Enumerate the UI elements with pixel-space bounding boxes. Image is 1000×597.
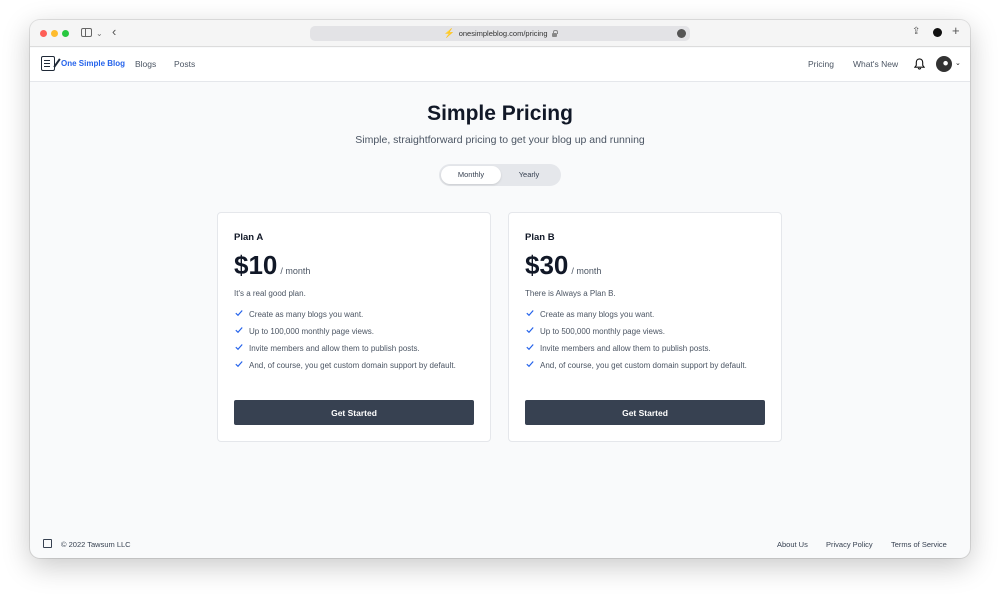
logo-icon[interactable]: [41, 56, 55, 71]
feature-text: And, of course, you get custom domain su…: [249, 361, 456, 370]
feature-list: Create as many blogs you want. Up to 500…: [525, 308, 765, 376]
check-icon: [235, 327, 243, 334]
feature-item: Invite members and allow them to publish…: [234, 342, 474, 355]
close-window-button[interactable]: [40, 30, 47, 37]
feature-list: Create as many blogs you want. Up to 100…: [234, 308, 474, 376]
share-icon[interactable]: ⇪: [912, 24, 920, 40]
check-icon: [526, 327, 534, 334]
feature-text: Create as many blogs you want.: [249, 310, 364, 319]
plan-card-a: Plan A $10 / month It's a real good plan…: [217, 212, 491, 442]
check-icon: [526, 310, 534, 317]
billing-toggle: Monthly Yearly: [439, 164, 561, 186]
plan-card-b: Plan B $30 / month There is Always a Pla…: [508, 212, 782, 442]
plan-period: / month: [280, 266, 311, 276]
feature-item: And, of course, you get custom domain su…: [234, 359, 474, 372]
check-icon: [235, 361, 243, 368]
sidebar-icon[interactable]: [81, 28, 92, 37]
feature-text: Up to 100,000 monthly page views.: [249, 327, 374, 336]
feature-item: And, of course, you get custom domain su…: [525, 359, 765, 372]
page-title: Simple Pricing: [427, 102, 573, 125]
feature-text: Invite members and allow them to publish…: [540, 344, 711, 353]
plan-name: Plan A: [234, 232, 264, 243]
footer-link-terms[interactable]: Terms of Service: [891, 540, 947, 549]
check-icon: [235, 344, 243, 351]
feature-item: Create as many blogs you want.: [525, 308, 765, 321]
more-icon[interactable]: [677, 29, 686, 38]
feature-item: Up to 500,000 monthly page views.: [525, 325, 765, 338]
back-icon[interactable]: ‹: [112, 24, 116, 40]
feature-text: And, of course, you get custom domain su…: [540, 361, 747, 370]
nav-link-posts[interactable]: Posts: [174, 59, 195, 69]
footer-link-about[interactable]: About Us: [777, 540, 808, 549]
bell-icon[interactable]: [914, 58, 925, 70]
feature-item: Up to 100,000 monthly page views.: [234, 325, 474, 338]
browser-window: ⌄ ‹ ⚡ onesimpleblog.com/pricing ⇪ + One …: [30, 20, 970, 558]
avatar[interactable]: [936, 56, 952, 72]
plan-description: There is Always a Plan B.: [525, 289, 616, 298]
url-text: onesimpleblog.com/pricing: [458, 29, 548, 38]
bolt-icon: ⚡: [443, 28, 455, 38]
nav-link-whats-new[interactable]: What's New: [853, 59, 898, 69]
footer-link-privacy[interactable]: Privacy Policy: [826, 540, 873, 549]
feature-text: Invite members and allow them to publish…: [249, 344, 420, 353]
plan-name: Plan B: [525, 232, 555, 243]
check-icon: [235, 310, 243, 317]
address-bar[interactable]: ⚡ onesimpleblog.com/pricing: [310, 26, 690, 41]
browser-toolbar: ⌄ ‹ ⚡ onesimpleblog.com/pricing ⇪ +: [30, 20, 970, 47]
plan-price: $10: [234, 250, 278, 280]
feature-item: Invite members and allow them to publish…: [525, 342, 765, 355]
toggle-yearly[interactable]: Yearly: [499, 166, 559, 184]
brand-link[interactable]: One Simple Blog: [61, 59, 125, 68]
toggle-monthly[interactable]: Monthly: [441, 166, 501, 184]
price-row: $10 / month: [234, 250, 310, 281]
plan-period: / month: [571, 266, 602, 276]
lock-icon: [551, 29, 558, 37]
new-tab-icon[interactable]: +: [952, 23, 960, 39]
page-subtitle: Simple, straightforward pricing to get y…: [355, 134, 645, 146]
feature-text: Up to 500,000 monthly page views.: [540, 327, 665, 336]
nav-link-pricing[interactable]: Pricing: [808, 59, 834, 69]
feature-item: Create as many blogs you want.: [234, 308, 474, 321]
maximize-window-button[interactable]: [62, 30, 69, 37]
minimize-window-button[interactable]: [51, 30, 58, 37]
get-started-button[interactable]: Get Started: [234, 400, 474, 425]
chevron-down-icon[interactable]: ⌄: [955, 59, 961, 67]
plan-description: It's a real good plan.: [234, 289, 306, 298]
chevron-down-icon[interactable]: ⌄: [96, 26, 103, 42]
check-icon: [526, 344, 534, 351]
check-icon: [526, 361, 534, 368]
get-started-button[interactable]: Get Started: [525, 400, 765, 425]
copyright: © 2022 Tawsum LLC: [61, 540, 131, 549]
price-row: $30 / month: [525, 250, 601, 281]
footer-logo-icon: [43, 539, 52, 548]
app-header: One Simple Blog Blogs Posts Pricing What…: [30, 48, 970, 82]
nav-link-blogs[interactable]: Blogs: [135, 59, 156, 69]
plan-price: $30: [525, 250, 569, 280]
extension-icon[interactable]: [933, 28, 942, 37]
feature-text: Create as many blogs you want.: [540, 310, 655, 319]
